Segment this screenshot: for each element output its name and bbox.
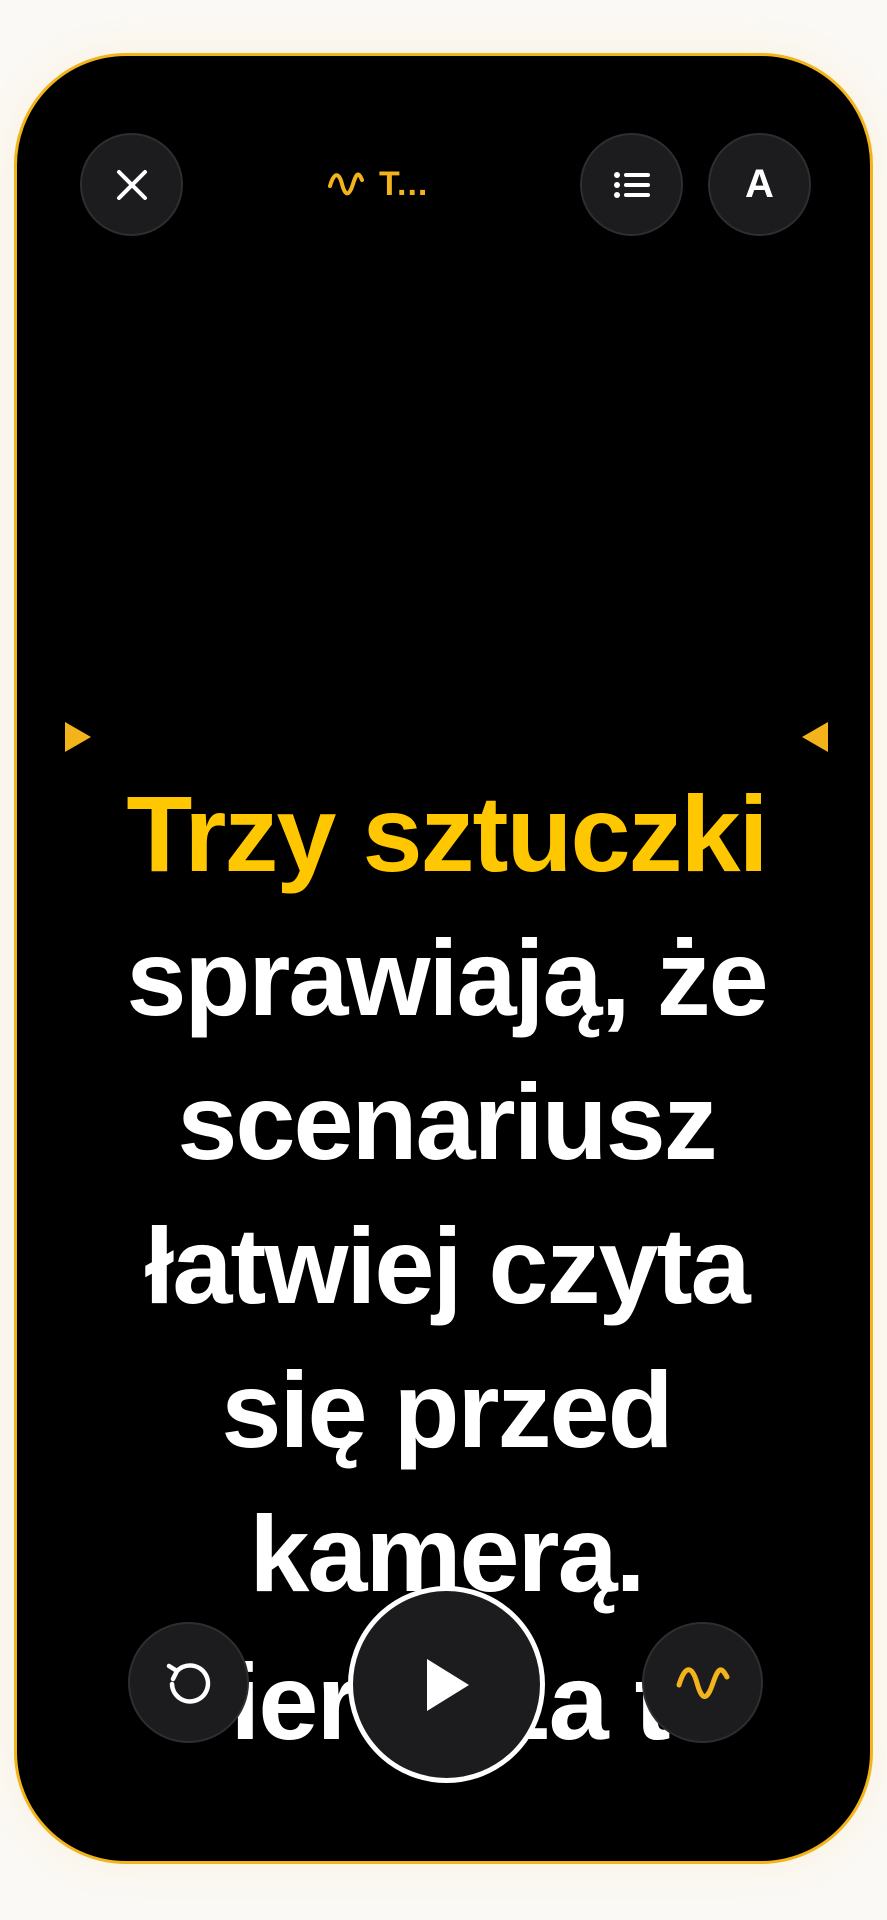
highlighted-line: Trzy sztuczki bbox=[126, 773, 768, 894]
rewind-icon bbox=[166, 1662, 210, 1704]
close-icon bbox=[116, 169, 147, 200]
font-settings-button[interactable]: A bbox=[708, 133, 811, 236]
waveform-icon bbox=[328, 172, 364, 196]
script-title[interactable]: T... bbox=[327, 164, 428, 204]
close-button[interactable] bbox=[80, 133, 183, 236]
play-icon bbox=[426, 1658, 469, 1711]
voice-scroll-button[interactable] bbox=[642, 1622, 763, 1743]
play-button[interactable] bbox=[348, 1586, 545, 1783]
list-icon bbox=[613, 171, 650, 198]
title-text: T... bbox=[379, 164, 429, 203]
script-line: się przed bbox=[221, 1349, 673, 1470]
teleprompter-screen: T... A Trzy sztuczki sprawiają, że scena… bbox=[14, 53, 873, 1864]
script-line: łatwiej czyta bbox=[144, 1205, 750, 1326]
waveform-icon bbox=[676, 1666, 729, 1699]
script-list-button[interactable] bbox=[580, 133, 683, 236]
reading-line-marker-left bbox=[65, 722, 91, 752]
script-line: scenariusz bbox=[177, 1061, 717, 1182]
font-button-label: A bbox=[745, 162, 774, 206]
reading-line-marker-right bbox=[802, 722, 828, 752]
restart-button[interactable] bbox=[128, 1622, 249, 1743]
script-line: sprawiają, że bbox=[126, 917, 768, 1038]
